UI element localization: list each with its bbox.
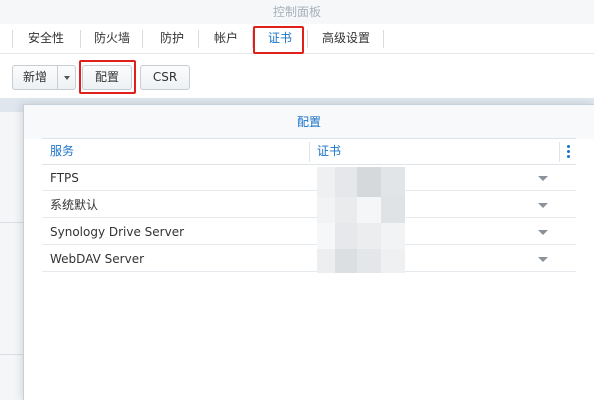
tab-account[interactable]: 帐户 xyxy=(206,24,246,53)
config-button-highlight xyxy=(79,60,136,94)
certificate-dropdown-icon[interactable] xyxy=(538,230,548,235)
certificate-dropdown-icon[interactable] xyxy=(538,257,548,262)
tab-firewall[interactable]: 防火墙 xyxy=(88,24,136,53)
table-row[interactable]: 系统默认 xyxy=(42,192,576,218)
service-name: FTPS xyxy=(50,171,79,185)
tab-advanced[interactable]: 高级设置 xyxy=(314,24,378,53)
service-name: Synology Drive Server xyxy=(50,225,185,239)
certificate-dropdown-icon[interactable] xyxy=(538,176,548,181)
table-row[interactable]: FTPS xyxy=(42,165,576,191)
table-row[interactable]: WebDAV Server xyxy=(42,246,576,272)
table-row[interactable]: Synology Drive Server xyxy=(42,219,576,245)
window-title: 控制面板 xyxy=(0,0,594,24)
chevron-down-icon xyxy=(63,75,70,80)
grid-header: 服务 证书 xyxy=(42,138,576,165)
dialog-title: 配置 xyxy=(24,105,594,139)
new-button[interactable]: 新增 xyxy=(12,65,58,90)
column-header-service[interactable]: 服务 xyxy=(50,139,74,164)
redacted-certificate-values xyxy=(317,167,413,275)
tab-protection[interactable]: 防护 xyxy=(150,24,194,53)
column-header-certificate[interactable]: 证书 xyxy=(317,139,341,164)
config-dialog: 配置 服务 证书 FTPS 系统默认 Synology Drive Server… xyxy=(23,104,594,400)
column-menu-icon[interactable] xyxy=(567,145,570,159)
certificate-dropdown-icon[interactable] xyxy=(538,203,548,208)
csr-button[interactable]: CSR xyxy=(140,65,190,90)
service-name: 系统默认 xyxy=(50,198,99,212)
service-name: WebDAV Server xyxy=(50,252,145,266)
new-dropdown-button[interactable] xyxy=(57,65,76,90)
tab-security[interactable]: 安全性 xyxy=(18,24,74,53)
certificate-tab-highlight xyxy=(253,26,304,54)
